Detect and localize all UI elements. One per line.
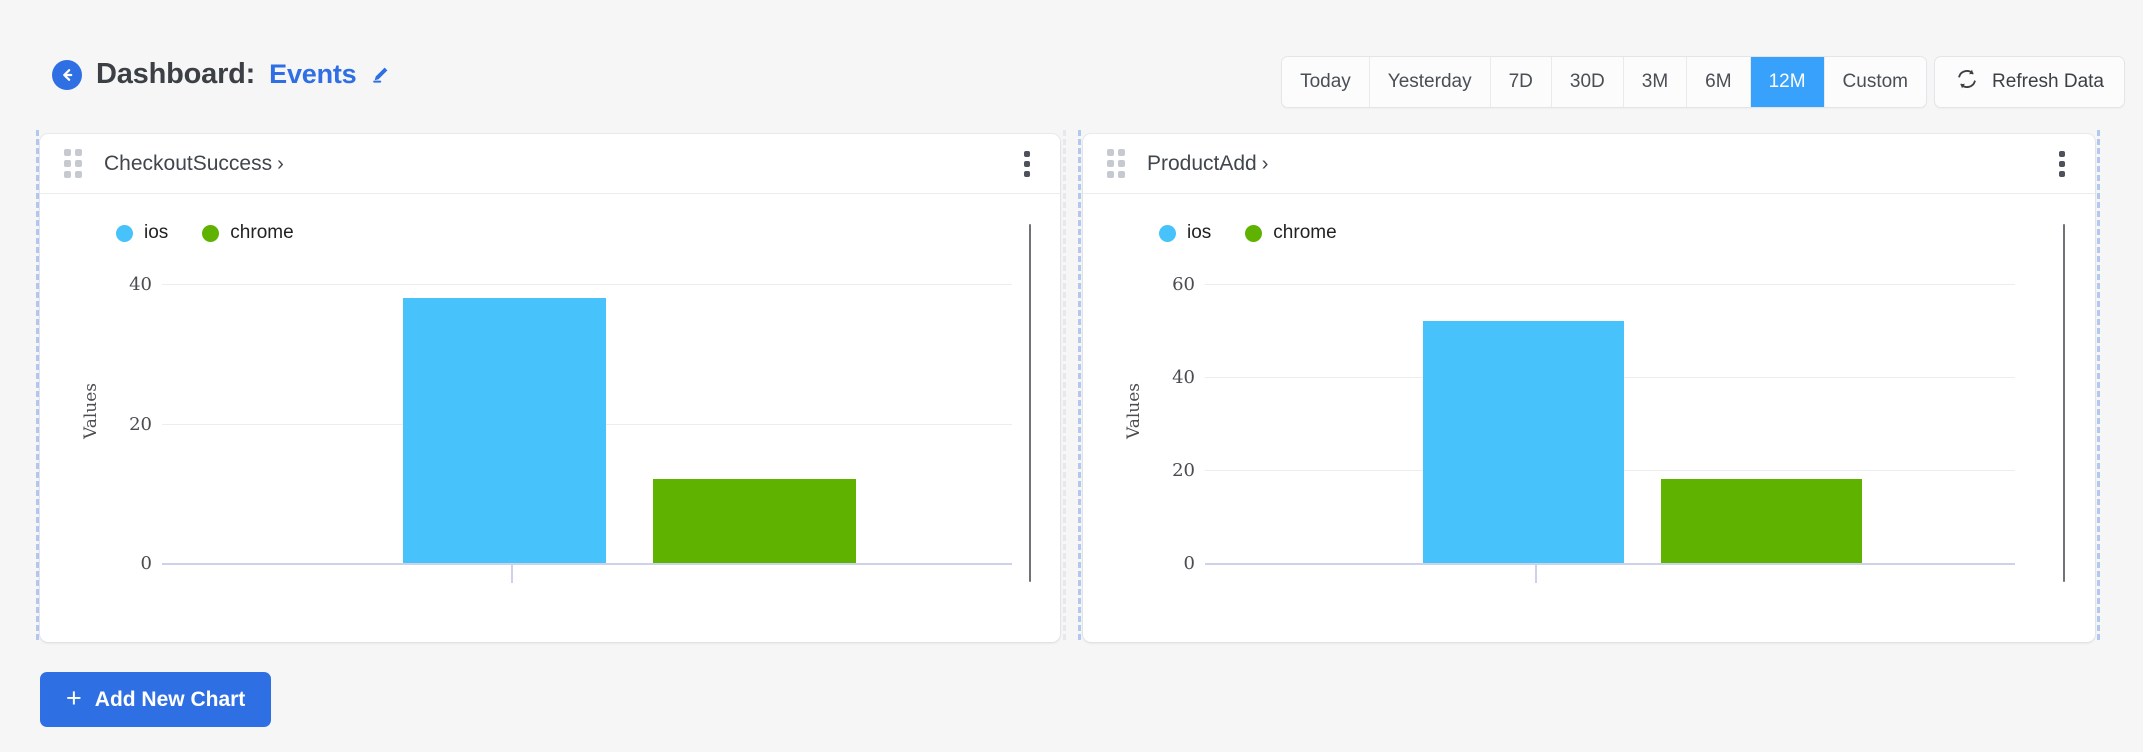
vertical-scrollbar[interactable] xyxy=(1029,224,1031,582)
dashboard-name[interactable]: Events xyxy=(269,59,356,90)
kebab-menu-icon[interactable] xyxy=(1018,145,1036,183)
page-header: Dashboard: Events xyxy=(52,58,390,91)
bar-ios[interactable] xyxy=(1423,321,1624,563)
drag-handle-icon[interactable] xyxy=(1107,149,1125,178)
page-title: Dashboard: xyxy=(96,58,255,91)
range-option-6m[interactable]: 6M xyxy=(1687,57,1750,107)
vertical-scrollbar[interactable] xyxy=(2063,224,2065,582)
plus-icon: + xyxy=(66,685,82,712)
card-title-checkoutsuccess[interactable]: CheckoutSuccess› xyxy=(104,152,284,176)
bar-ios[interactable] xyxy=(403,298,606,563)
chart-body-productadd: ios chrome Values 60 40 20 0 xyxy=(1083,194,2095,642)
range-option-3m[interactable]: 3M xyxy=(1624,57,1687,107)
bar-chrome[interactable] xyxy=(1661,479,1862,563)
refresh-data-label: Refresh Data xyxy=(1992,71,2104,93)
x-axis-tick xyxy=(1535,565,1537,583)
kebab-menu-icon[interactable] xyxy=(2053,145,2071,183)
grid-guide-left xyxy=(36,130,39,640)
add-new-chart-label: Add New Chart xyxy=(95,688,246,712)
gridline-40 xyxy=(162,284,1012,285)
x-axis-tick xyxy=(511,565,513,583)
pencil-edit-icon[interactable] xyxy=(370,65,390,85)
refresh-sync-icon xyxy=(1955,67,1979,97)
card-header: CheckoutSuccess› xyxy=(40,134,1060,194)
grid-guide-right xyxy=(2097,130,2100,640)
card-title-text: CheckoutSuccess xyxy=(104,152,272,175)
card-title-text: ProductAdd xyxy=(1147,152,1257,175)
y-tick-40: 40 xyxy=(1135,367,1195,388)
time-range-selector[interactable]: Today Yesterday 7D 30D 3M 6M 12M Custom xyxy=(1281,56,1927,108)
range-option-30d[interactable]: 30D xyxy=(1552,57,1624,107)
plot-area-productadd: Values 60 40 20 0 xyxy=(1083,194,2095,642)
y-axis-label: Values xyxy=(81,366,101,456)
card-header: ProductAdd› xyxy=(1083,134,2095,194)
back-button[interactable] xyxy=(52,60,82,90)
chevron-right-icon: › xyxy=(1262,153,1269,175)
range-option-yesterday[interactable]: Yesterday xyxy=(1370,57,1491,107)
chevron-right-icon: › xyxy=(277,153,284,175)
x-axis-line xyxy=(162,563,1012,565)
y-tick-0: 0 xyxy=(92,553,152,574)
y-tick-40: 40 xyxy=(92,274,152,295)
chart-card-checkoutsuccess: CheckoutSuccess› ios chrome Values 40 xyxy=(40,134,1060,642)
gridline-60 xyxy=(1205,284,2015,285)
range-option-12m[interactable]: 12M xyxy=(1751,57,1825,107)
add-new-chart-button[interactable]: + Add New Chart xyxy=(40,672,271,727)
range-option-custom[interactable]: Custom xyxy=(1825,57,1926,107)
card-title-productadd[interactable]: ProductAdd› xyxy=(1147,152,1268,176)
plot-area-checkoutsuccess: Values 40 20 0 xyxy=(40,194,1060,642)
range-option-today[interactable]: Today xyxy=(1282,57,1370,107)
y-tick-20: 20 xyxy=(1135,460,1195,481)
grid-guide-center-blue xyxy=(1078,130,1081,640)
x-axis-line xyxy=(1205,563,2015,565)
y-tick-60: 60 xyxy=(1135,274,1195,295)
y-tick-0: 0 xyxy=(1135,553,1195,574)
arrow-left-circle-icon xyxy=(58,66,76,84)
range-option-7d[interactable]: 7D xyxy=(1491,57,1552,107)
top-bar: Dashboard: Events Today Yesterday 7D 30D… xyxy=(0,0,2143,134)
drag-handle-icon[interactable] xyxy=(64,149,82,178)
bar-chrome[interactable] xyxy=(653,479,856,563)
grid-guide-center-gray xyxy=(1063,130,1066,640)
y-tick-20: 20 xyxy=(92,414,152,435)
chart-body-checkoutsuccess: ios chrome Values 40 20 0 xyxy=(40,194,1060,642)
chart-card-productadd: ProductAdd› ios chrome Values 60 40 2 xyxy=(1083,134,2095,642)
refresh-data-button[interactable]: Refresh Data xyxy=(1934,56,2125,108)
